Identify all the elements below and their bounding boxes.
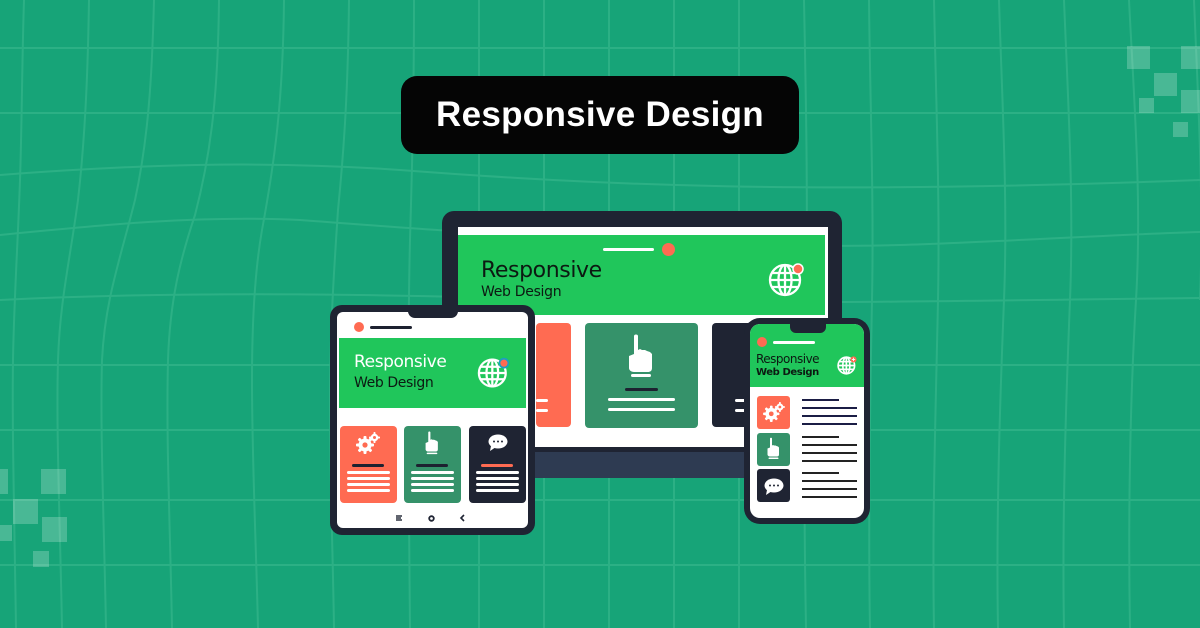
text-line bbox=[802, 407, 857, 409]
tablet-status-dot bbox=[354, 322, 364, 332]
phone-header-bar bbox=[773, 341, 815, 344]
text-line bbox=[802, 480, 857, 482]
card-line bbox=[536, 409, 548, 412]
phone-notch bbox=[790, 321, 826, 333]
card-line bbox=[476, 483, 519, 486]
menu-icon[interactable] bbox=[396, 515, 403, 521]
card-line bbox=[411, 477, 454, 480]
card-line bbox=[476, 489, 519, 492]
decor-square bbox=[1139, 98, 1154, 113]
tablet-title: Responsive bbox=[354, 352, 447, 372]
tablet-subtitle: Web Design bbox=[354, 375, 434, 391]
card-line bbox=[347, 471, 390, 474]
globe-icon bbox=[837, 356, 857, 375]
decor-square bbox=[42, 517, 67, 542]
card-line bbox=[347, 477, 390, 480]
decor-square bbox=[1154, 73, 1177, 96]
home-icon[interactable] bbox=[428, 515, 435, 522]
globe-icon bbox=[477, 357, 510, 388]
pointer-hand-icon bbox=[629, 334, 652, 377]
text-line bbox=[802, 472, 839, 474]
laptop-status-dot bbox=[662, 243, 675, 256]
card-line bbox=[347, 489, 390, 492]
gear-icon bbox=[763, 402, 785, 422]
card-line bbox=[608, 408, 675, 411]
text-line bbox=[802, 444, 857, 446]
decor-square bbox=[0, 469, 8, 494]
card-line bbox=[411, 489, 454, 492]
text-line bbox=[802, 423, 857, 425]
phone-title: Responsive bbox=[756, 352, 820, 366]
text-line bbox=[802, 452, 857, 454]
text-line bbox=[802, 488, 857, 490]
decor-square bbox=[1127, 46, 1150, 69]
chat-bubble-icon bbox=[764, 478, 784, 495]
decor-square bbox=[0, 525, 12, 541]
card-line bbox=[411, 483, 454, 486]
back-icon[interactable] bbox=[459, 514, 465, 522]
text-line bbox=[802, 496, 857, 498]
card-line bbox=[411, 471, 454, 474]
phone-subtitle: Web Design bbox=[756, 367, 819, 378]
decor-square bbox=[41, 469, 66, 494]
card-line bbox=[476, 471, 519, 474]
card-line bbox=[347, 483, 390, 486]
decor-square bbox=[1181, 46, 1200, 69]
decor-square bbox=[1173, 122, 1188, 137]
decor-square bbox=[13, 499, 38, 524]
page-title: Responsive Design bbox=[436, 95, 764, 134]
card-line bbox=[536, 399, 548, 402]
card-line bbox=[476, 477, 519, 480]
chat-bubble-icon bbox=[488, 434, 508, 451]
text-line bbox=[802, 460, 857, 462]
laptop-subtitle: Web Design bbox=[481, 284, 562, 300]
text-line bbox=[802, 399, 839, 401]
decor-square bbox=[33, 551, 49, 567]
card-line bbox=[608, 398, 675, 401]
laptop-title: Responsive bbox=[481, 258, 602, 283]
card-line bbox=[352, 464, 384, 467]
card-line bbox=[481, 464, 513, 467]
tablet-header-bar bbox=[370, 326, 412, 329]
decor-square bbox=[1181, 90, 1200, 113]
text-line bbox=[802, 415, 857, 417]
text-line bbox=[802, 436, 839, 438]
card-line bbox=[625, 388, 658, 391]
globe-icon bbox=[768, 263, 804, 297]
heading-banner: Responsive Design bbox=[401, 76, 799, 154]
tablet-notch bbox=[408, 305, 458, 318]
gear-icon bbox=[356, 432, 380, 454]
laptop-header-bar bbox=[603, 248, 654, 251]
pointer-hand-icon bbox=[767, 437, 779, 459]
card-line bbox=[416, 464, 448, 467]
phone-status-dot bbox=[757, 337, 767, 347]
pointer-hand-icon bbox=[425, 431, 438, 455]
